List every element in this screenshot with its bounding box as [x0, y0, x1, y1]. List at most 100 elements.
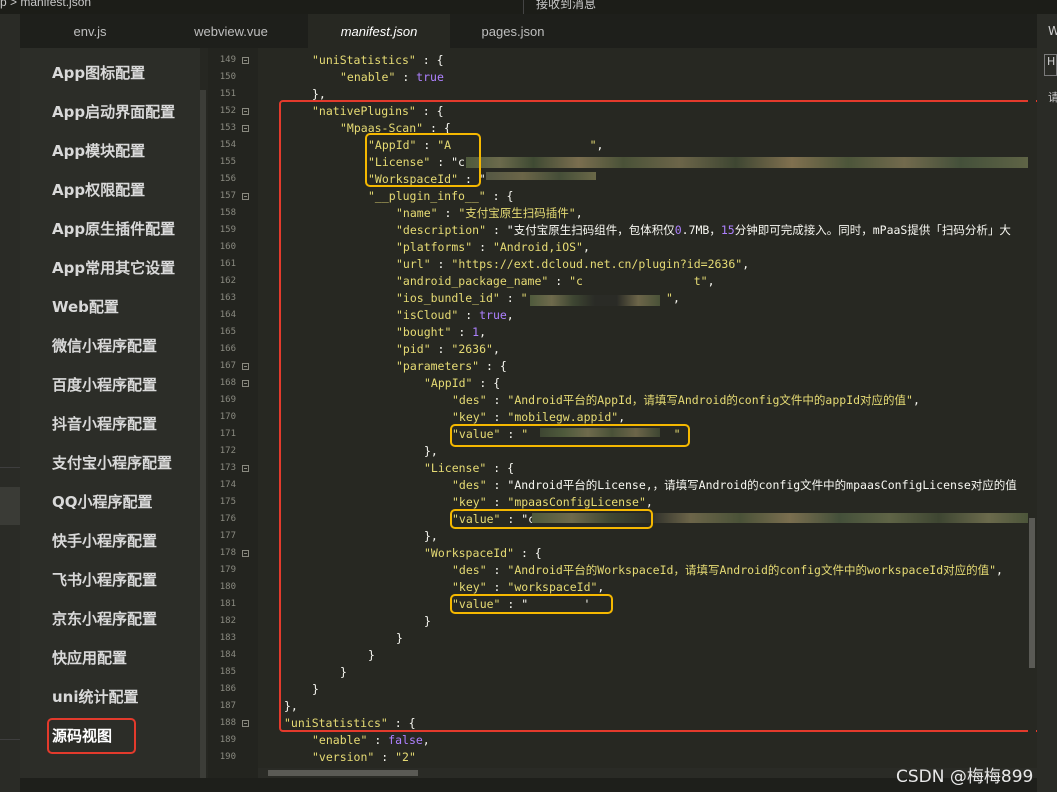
line-number: 180 [219, 582, 236, 592]
activity-strip [0, 14, 20, 792]
watermark: CSDN @梅梅899 [896, 767, 1034, 787]
line-number: 153 [219, 123, 236, 133]
line-number: 161 [219, 259, 236, 269]
line-number: 167 [219, 361, 236, 371]
line-number: 183 [219, 633, 236, 643]
editor-vertical-scrollbar[interactable] [1028, 48, 1036, 768]
line-number: 152 [219, 106, 236, 116]
nav-item-app-splash[interactable]: App启动界面配置 [52, 101, 175, 122]
editor-horizontal-scrollbar-thumb[interactable] [268, 770, 418, 776]
line-number: 186 [219, 684, 236, 694]
line-number: 149 [219, 55, 236, 65]
line-number: 163 [219, 293, 236, 303]
fold-toggle-icon[interactable] [242, 380, 249, 387]
nav-item-douyin[interactable]: 抖音小程序配置 [52, 413, 157, 434]
fold-toggle-icon[interactable] [242, 550, 249, 557]
line-number: 156 [219, 174, 236, 184]
nav-item-app-modules[interactable]: App模块配置 [52, 140, 145, 161]
line-number: 184 [219, 650, 236, 660]
line-number: 169 [219, 395, 236, 405]
right-panel-title: W [1048, 24, 1057, 38]
code-line-150: "enable" : true [340, 70, 444, 84]
fold-toggle-icon[interactable] [242, 125, 249, 132]
nav-item-app-permissions[interactable]: App权限配置 [52, 179, 145, 200]
license-value-highlight [450, 509, 653, 529]
fold-toggle-icon[interactable] [242, 363, 249, 370]
fold-toggle-icon[interactable] [242, 465, 249, 472]
line-number: 182 [219, 616, 236, 626]
nav-item-quickapp[interactable]: 快应用配置 [52, 647, 127, 668]
nav-item-alipay[interactable]: 支付宝小程序配置 [52, 452, 172, 473]
line-number: 159 [219, 225, 236, 235]
tab-pages-json[interactable]: pages.json [452, 14, 574, 48]
status-bar [20, 778, 1037, 792]
line-number: 176 [219, 514, 236, 524]
nav-item-jd[interactable]: 京东小程序配置 [52, 608, 157, 629]
line-number: 172 [219, 446, 236, 456]
line-number: 190 [219, 752, 236, 762]
line-number: 166 [219, 344, 236, 354]
appid-value-highlight [450, 424, 690, 447]
line-number: 187 [219, 701, 236, 711]
line-number: 189 [219, 735, 236, 745]
line-number: 179 [219, 565, 236, 575]
activity-selected[interactable] [0, 487, 20, 525]
line-number: 154 [219, 140, 236, 150]
line-number: 177 [219, 531, 236, 541]
line-number: 160 [219, 242, 236, 252]
line-number: 151 [219, 89, 236, 99]
native-plugins-highlight [279, 100, 1042, 732]
nav-item-feishu[interactable]: 飞书小程序配置 [52, 569, 157, 590]
line-number: 181 [219, 599, 236, 609]
line-number: 185 [219, 667, 236, 677]
source-view-highlight [47, 718, 136, 754]
nav-item-weixin[interactable]: 微信小程序配置 [52, 335, 157, 356]
line-number: 158 [219, 208, 236, 218]
right-panel-label: 请 [1048, 91, 1057, 104]
code-line-149: "uniStatistics" : { [312, 53, 444, 67]
code-line-190: "version" : "2" [312, 750, 416, 764]
credentials-highlight [365, 133, 481, 187]
fold-toggle-icon[interactable] [242, 720, 249, 727]
nav-item-app-icon[interactable]: App图标配置 [52, 62, 145, 83]
nav-scrollbar-thumb[interactable] [200, 90, 206, 780]
line-number: 170 [219, 412, 236, 422]
line-number: 162 [219, 276, 236, 286]
line-number: 171 [219, 429, 236, 439]
nav-item-web[interactable]: Web配置 [52, 296, 119, 317]
nav-item-app-other-settings[interactable]: App常用其它设置 [52, 257, 175, 278]
title-bar: p > manifest.json 接收到消息 [0, 0, 1057, 14]
breadcrumb[interactable]: p > manifest.json [0, 0, 91, 9]
divider [0, 467, 20, 468]
line-number: 150 [219, 72, 236, 82]
nav-item-kuaishou[interactable]: 快手小程序配置 [52, 530, 157, 551]
line-number: 173 [219, 463, 236, 473]
tab-webview-vue[interactable]: webview.vue [164, 14, 298, 48]
fold-toggle-icon[interactable] [242, 108, 249, 115]
nav-item-qq[interactable]: QQ小程序配置 [52, 491, 153, 512]
notification-text[interactable]: 接收到消息 [536, 0, 596, 12]
line-number: 155 [219, 157, 236, 167]
right-panel-input[interactable]: H [1044, 54, 1057, 76]
line-number: 164 [219, 310, 236, 320]
nav-scrollbar[interactable] [200, 48, 208, 792]
editor-vertical-scrollbar-thumb[interactable] [1029, 518, 1035, 668]
line-number: 174 [219, 480, 236, 490]
nav-item-app-native-plugins[interactable]: App原生插件配置 [52, 218, 175, 239]
line-number: 157 [219, 191, 236, 201]
nav-item-uni-statistics[interactable]: uni统计配置 [52, 686, 139, 707]
tab-env-js[interactable]: env.js [28, 14, 152, 48]
fold-toggle-icon[interactable] [242, 193, 249, 200]
tab-manifest-json[interactable]: manifest.json [308, 14, 450, 48]
nav-item-baidu[interactable]: 百度小程序配置 [52, 374, 157, 395]
line-number: 188 [219, 718, 236, 728]
divider [523, 0, 524, 14]
code-line-189: "enable" : false, [312, 733, 430, 747]
line-number: 168 [219, 378, 236, 388]
fold-toggle-icon[interactable] [242, 57, 249, 64]
line-number: 175 [219, 497, 236, 507]
workspace-value-highlight [450, 594, 613, 614]
divider [0, 739, 20, 740]
line-number: 178 [219, 548, 236, 558]
right-panel: W H 请 [1037, 14, 1057, 792]
